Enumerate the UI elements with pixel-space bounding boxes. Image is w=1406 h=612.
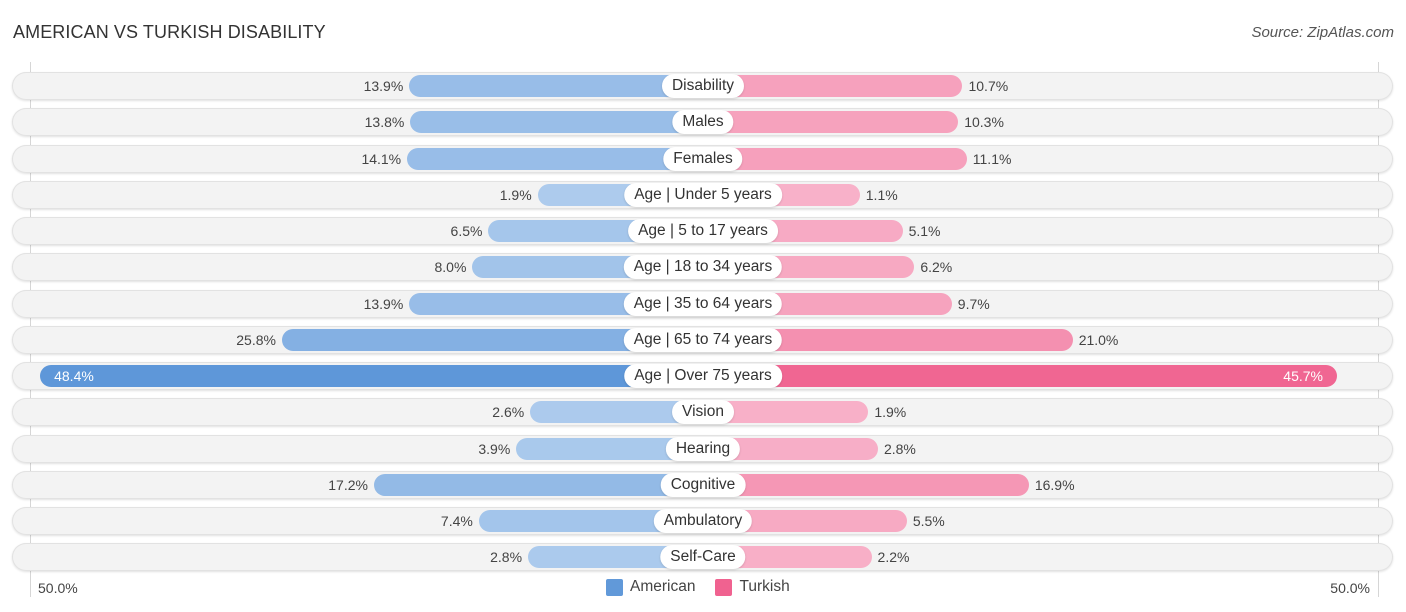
value-label-turkish: 5.1% (908, 223, 941, 239)
value-label-turkish: 2.8% (883, 440, 916, 457)
value-label-american: 1.9% (499, 186, 532, 203)
bar-american[interactable] (407, 147, 703, 170)
category-label: Age | 35 to 64 years (623, 291, 783, 316)
legend-label-turkish: Turkish (739, 578, 790, 595)
category-label: Hearing (665, 436, 741, 461)
bar-turkish[interactable] (703, 473, 1029, 496)
value-label-turkish: 16.9% (1034, 476, 1075, 493)
value-label-turkish: 10.7% (968, 78, 1009, 94)
value-label-turkish: 21.0% (1078, 331, 1119, 348)
value-label-turkish: 6.2% (920, 259, 953, 276)
bar-turkish[interactable] (703, 147, 967, 170)
category-label: Age | 5 to 17 years (628, 219, 778, 243)
value-label-american: 6.5% (450, 223, 483, 239)
category-label: Self-Care (660, 545, 746, 570)
bar-american[interactable] (410, 111, 703, 134)
bar-american[interactable] (409, 75, 703, 97)
category-label: Age | Over 75 years (624, 364, 782, 388)
category-label: Ambulatory (653, 509, 753, 533)
chart-title: AMERICAN VS TURKISH DISABILITY (13, 22, 326, 42)
value-label-american: 2.8% (490, 549, 523, 566)
legend-swatch-american (606, 578, 623, 596)
value-label-american: 13.9% (363, 295, 404, 312)
value-label-american: 8.0% (434, 259, 467, 276)
category-label: Age | 65 to 74 years (623, 327, 783, 352)
value-label-american: 48.4% (54, 368, 94, 384)
axis-label-right: 50.0% (1330, 580, 1370, 596)
legend-label-american: American (630, 578, 696, 595)
legend-swatch-turkish (715, 578, 733, 596)
value-label-turkish: 1.1% (865, 186, 898, 203)
value-label-american: 3.9% (478, 440, 511, 457)
legend-item-turkish[interactable]: Turkish (715, 578, 790, 596)
value-label-american: 2.6% (492, 404, 525, 421)
value-label-american: 25.8% (236, 331, 276, 348)
value-label-turkish: 5.5% (912, 513, 945, 529)
category-label: Females (663, 146, 743, 171)
legend: American Turkish (606, 578, 810, 596)
value-label-american: 13.9% (363, 78, 404, 94)
bar-american[interactable] (373, 473, 703, 496)
category-label: Males (672, 110, 734, 135)
bar-turkish[interactable] (703, 365, 1337, 387)
bar-american[interactable] (40, 365, 703, 387)
value-label-turkish: 9.7% (957, 295, 990, 312)
bar-turkish[interactable] (703, 111, 959, 134)
value-label-american: 14.1% (361, 150, 402, 167)
value-label-turkish: 45.7% (1283, 368, 1323, 384)
value-label-turkish: 10.3% (964, 114, 1004, 131)
value-label-turkish: 1.9% (874, 404, 907, 421)
value-label-american: 7.4% (440, 513, 473, 529)
legend-item-american[interactable]: American (606, 578, 695, 596)
category-label: Age | 18 to 34 years (623, 255, 783, 280)
category-label: Vision (672, 400, 734, 425)
value-label-turkish: 11.1% (972, 150, 1012, 167)
value-label-american: 13.8% (364, 114, 405, 131)
source-label: Source: ZipAtlas.com (1251, 24, 1394, 41)
category-label: Disability (661, 74, 745, 98)
value-label-turkish: 2.2% (877, 549, 910, 566)
value-label-american: 17.2% (328, 476, 368, 493)
category-label: Cognitive (660, 472, 746, 497)
axis-label-left: 50.0% (38, 580, 78, 596)
category-label: Age | Under 5 years (624, 182, 782, 207)
